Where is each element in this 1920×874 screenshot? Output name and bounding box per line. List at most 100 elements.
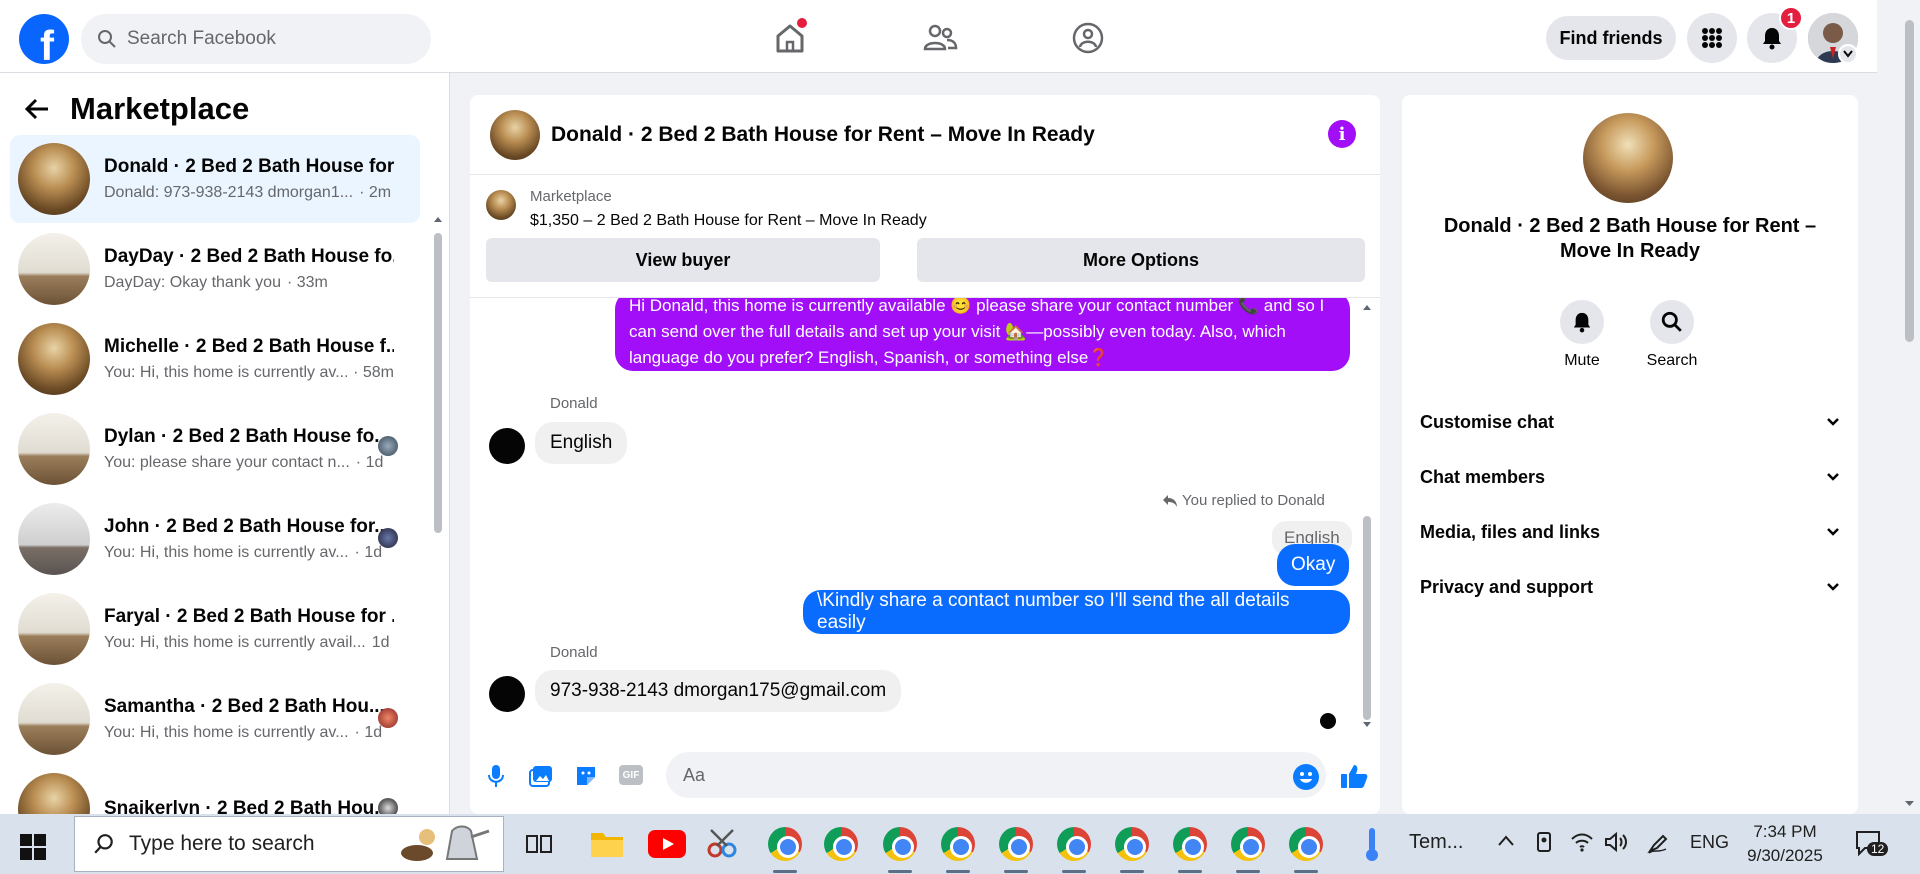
- conversation-item[interactable]: Dylan · 2 Bed 2 Bath House fo... You: pl…: [10, 405, 420, 493]
- seen-avatar: [378, 798, 398, 814]
- weather-label[interactable]: Tem...: [1409, 831, 1463, 854]
- more-options-button[interactable]: More Options: [917, 238, 1365, 282]
- conversation-snippet: Donald: 973-938-2143 dmorgan1...: [104, 184, 354, 201]
- scrollbar-thumb[interactable]: [1905, 20, 1914, 342]
- thermometer-icon[interactable]: [1363, 826, 1381, 862]
- section-media-files-links[interactable]: Media, files and links: [1420, 512, 1840, 552]
- volume-icon[interactable]: [1604, 831, 1628, 853]
- wifi-icon[interactable]: [1570, 831, 1594, 853]
- message-input[interactable]: Aa: [666, 752, 1326, 798]
- chevron-up-icon[interactable]: [1497, 834, 1515, 848]
- sidebar-scrollbar[interactable]: [432, 148, 444, 814]
- seen-avatar: [378, 528, 398, 548]
- taskbar-search-placeholder: Type here to search: [129, 832, 315, 855]
- chrome-profile-icon[interactable]: [1231, 827, 1265, 861]
- conversation-name: DayDay · 2 Bed 2 Bath House fo...: [104, 246, 394, 267]
- section-chat-members[interactable]: Chat members: [1420, 457, 1840, 497]
- notification-count-badge: 1: [1779, 6, 1803, 30]
- photo-icon[interactable]: [527, 762, 555, 790]
- conversation-item[interactable]: John · 2 Bed 2 Bath House for... You: Hi…: [10, 495, 420, 583]
- search-label: Search: [1646, 352, 1698, 369]
- file-explorer-icon[interactable]: [590, 828, 624, 858]
- chat-title: Donald · 2 Bed 2 Bath House for Rent – M…: [551, 122, 1095, 146]
- view-buyer-button[interactable]: View buyer: [486, 238, 880, 282]
- chrome-profile-icon[interactable]: [1057, 827, 1091, 861]
- section-label: Privacy and support: [1420, 576, 1594, 597]
- section-label: Media, files and links: [1420, 521, 1601, 542]
- message-scrollbar[interactable]: [1360, 300, 1374, 730]
- chevron-down-icon: [1827, 583, 1839, 591]
- snipping-tool-icon[interactable]: [705, 826, 739, 860]
- listing-thumbnail: [18, 773, 90, 814]
- gif-button[interactable]: GIF: [619, 765, 643, 785]
- chrome-profile-icon[interactable]: [1289, 827, 1323, 861]
- taskbar-search-input[interactable]: Type here to search: [74, 816, 504, 872]
- windows-start-icon[interactable]: [20, 834, 46, 860]
- message-thread: Hi Donald, this home is currently availa…: [470, 298, 1380, 731]
- conversation-name: John · 2 Bed 2 Bath House for...: [104, 516, 391, 537]
- find-friends-button[interactable]: Find friends: [1546, 16, 1676, 60]
- conversation-avatar[interactable]: [1583, 113, 1673, 203]
- task-view-icon[interactable]: [525, 830, 553, 858]
- chrome-profile-icon[interactable]: [1173, 827, 1207, 861]
- grid-icon: [1702, 28, 1722, 48]
- chrome-icon[interactable]: [824, 827, 858, 861]
- section-privacy-support[interactable]: Privacy and support: [1420, 567, 1840, 607]
- chrome-profile-icon[interactable]: [999, 827, 1033, 861]
- emoji-icon[interactable]: [1293, 764, 1319, 790]
- chat-avatar[interactable]: [490, 109, 540, 160]
- conversation-name: Samantha · 2 Bed 2 Bath Hou...: [104, 696, 385, 717]
- back-arrow-icon[interactable]: [24, 97, 50, 121]
- mute-button[interactable]: Mute: [1542, 300, 1622, 370]
- conversation-item[interactable]: Samantha · 2 Bed 2 Bath Hou... You: Hi, …: [10, 675, 420, 763]
- page-scrollbar[interactable]: [1899, 4, 1920, 814]
- search-facebook-input[interactable]: Search Facebook: [81, 14, 431, 64]
- info-icon[interactable]: i: [1328, 120, 1356, 148]
- like-thumb-icon[interactable]: [1340, 762, 1368, 790]
- system-clock[interactable]: 7:34 PM 9/30/2025: [1740, 820, 1830, 868]
- chrome-profile-icon[interactable]: [883, 827, 917, 861]
- conversation-item[interactable]: Faryal · 2 Bed 2 Bath House for ... You:…: [10, 585, 420, 673]
- meeting-icon[interactable]: [1534, 831, 1554, 853]
- sender-avatar[interactable]: [489, 676, 525, 712]
- pen-icon[interactable]: [1646, 831, 1670, 855]
- search-in-conversation-button[interactable]: Search: [1632, 300, 1712, 370]
- sender-avatar[interactable]: [489, 428, 525, 464]
- scrollbar-thumb[interactable]: [434, 233, 442, 533]
- chrome-profile-icon[interactable]: [941, 827, 975, 861]
- app-running-indicator: [946, 870, 970, 873]
- scrollbar-thumb[interactable]: [1363, 516, 1371, 720]
- chrome-icon[interactable]: [768, 827, 802, 861]
- notification-center-icon[interactable]: 12: [1855, 830, 1889, 856]
- conversation-name: Donald · 2 Bed 2 Bath House for...: [104, 156, 394, 177]
- conversation-name: Faryal · 2 Bed 2 Bath House for ...: [104, 606, 394, 627]
- microphone-icon[interactable]: [482, 762, 510, 790]
- incoming-message: 973-938-2143 dmorgan175@gmail.com: [535, 670, 902, 712]
- conversation-snippet: You: Hi, this home is currently av...: [104, 364, 348, 381]
- sticker-icon[interactable]: [572, 762, 600, 790]
- friends-icon[interactable]: [920, 18, 960, 58]
- listing-thumbnail: [18, 683, 90, 755]
- conversation-item[interactable]: Donald · 2 Bed 2 Bath House for... Donal…: [10, 135, 420, 223]
- youtube-icon[interactable]: [648, 830, 686, 858]
- marketplace-conversation-list: Marketplace Donald · 2 Bed 2 Bath House …: [0, 73, 450, 814]
- menu-grid-button[interactable]: [1687, 13, 1737, 63]
- top-navigation-bar: f Search Facebook Find friends 1: [0, 0, 1877, 73]
- listing-thumbnail: [18, 593, 90, 665]
- chrome-profile-icon[interactable]: [1115, 827, 1149, 861]
- conversation-item[interactable]: Michelle · 2 Bed 2 Bath House f... You: …: [10, 315, 420, 403]
- page-title: Marketplace: [70, 91, 250, 126]
- section-customise-chat[interactable]: Customise chat: [1420, 402, 1840, 442]
- listing-thumbnail: [18, 413, 90, 485]
- chevron-down-icon: [1827, 473, 1839, 481]
- app-running-indicator: [1294, 870, 1318, 873]
- facebook-logo[interactable]: f: [19, 14, 69, 64]
- outgoing-message: Okay: [1277, 544, 1350, 586]
- language-indicator[interactable]: ENG: [1690, 832, 1729, 853]
- active-app-indicator: [773, 870, 797, 873]
- account-chevron-icon[interactable]: [1838, 44, 1858, 64]
- conversation-item[interactable]: Snaikerlyn · 2 Bed 2 Bath Hou...: [10, 765, 420, 814]
- conversation-item[interactable]: DayDay · 2 Bed 2 Bath House fo... DayDay…: [10, 225, 420, 313]
- search-icon: [94, 834, 113, 854]
- groups-icon[interactable]: [1068, 18, 1108, 58]
